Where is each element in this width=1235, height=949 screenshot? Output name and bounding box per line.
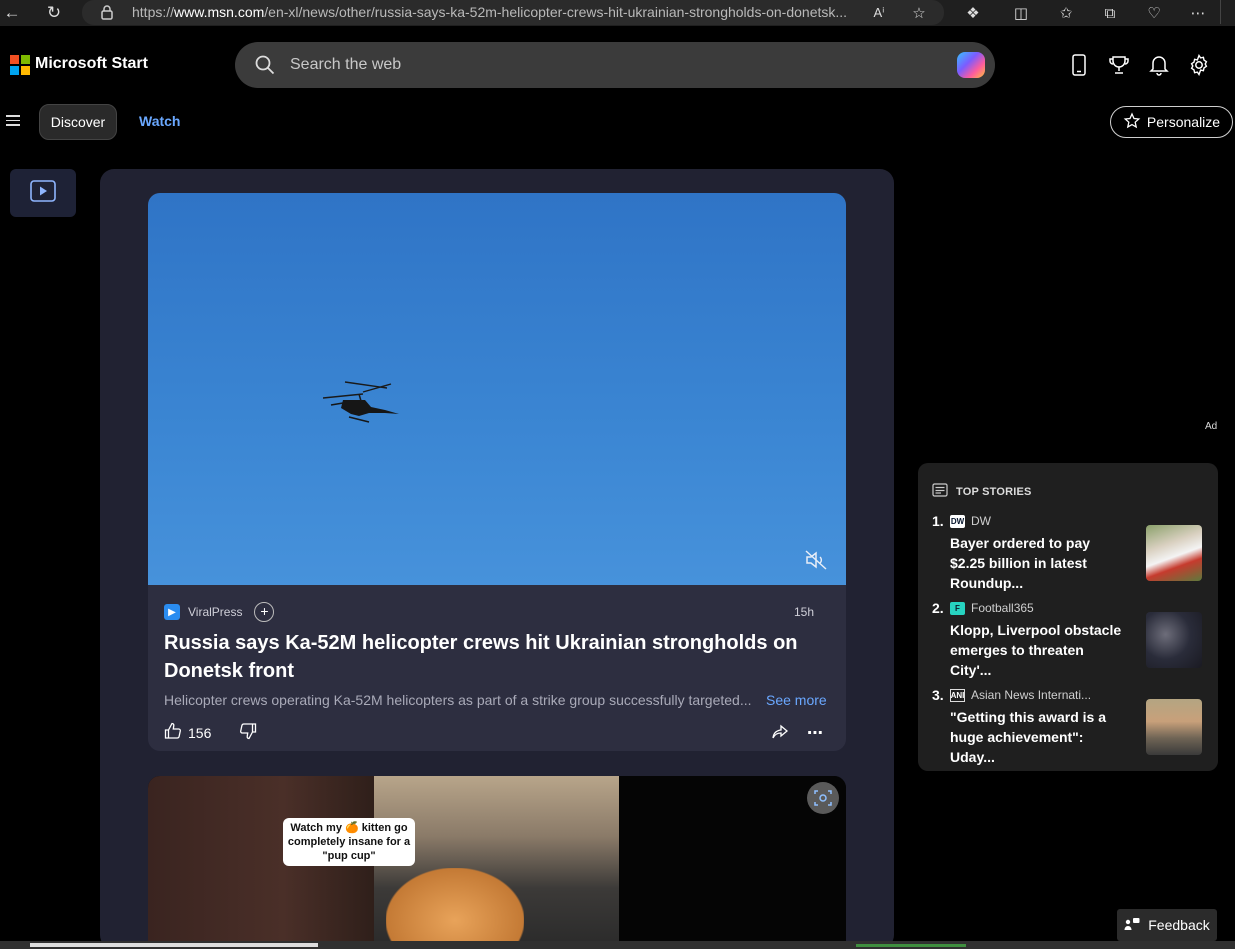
- browser-essentials-icon[interactable]: ♡: [1143, 3, 1165, 23]
- more-menu-icon[interactable]: ⋯: [1187, 3, 1209, 23]
- taskbar-strip: [0, 941, 1235, 949]
- back-icon[interactable]: ←: [0, 2, 24, 24]
- mobile-app-icon[interactable]: [1066, 52, 1092, 78]
- notifications-bell-icon[interactable]: [1146, 52, 1172, 78]
- story-thumbnail[interactable]: [1146, 699, 1202, 755]
- ani-logo-icon: ANI: [950, 688, 965, 702]
- feedback-icon: [1124, 917, 1140, 934]
- source-row: ▶ ViralPress +: [164, 602, 275, 622]
- thumbs-down-icon[interactable]: [239, 722, 257, 743]
- personalize-label: Personalize: [1146, 114, 1221, 130]
- refresh-icon[interactable]: ↻: [42, 2, 66, 24]
- like-group: 156: [164, 722, 257, 743]
- search-bar[interactable]: Search the web: [235, 42, 995, 88]
- video-card[interactable]: ▶ ViralPress + 15h Russia says Ka-52M he…: [148, 193, 846, 751]
- extensions-icon[interactable]: ❖: [962, 3, 984, 23]
- card-actions: ⋯: [771, 723, 824, 746]
- url-text: https://www.msn.com/en-xl/news/other/rus…: [132, 4, 848, 20]
- logo-green-square: [21, 55, 30, 64]
- top-stories-module: TOP STORIES 1. DW DW Bayer ordered to pa…: [918, 463, 1218, 771]
- top-stories-title: TOP STORIES: [956, 485, 1032, 498]
- feedback-button[interactable]: Feedback: [1117, 909, 1217, 941]
- story-thumbnail[interactable]: [1146, 525, 1202, 581]
- mute-speaker-icon[interactable]: [805, 550, 827, 575]
- story-title[interactable]: Bayer ordered to pay $2.25 billion in la…: [950, 533, 1128, 593]
- helicopter-image: [323, 381, 399, 423]
- copilot-icon[interactable]: [957, 52, 985, 78]
- collections-icon[interactable]: ⧉: [1099, 3, 1121, 23]
- logo-yellow-square: [21, 66, 30, 75]
- story-title[interactable]: "Getting this award is a huge achievemen…: [950, 707, 1128, 767]
- search-icon: [255, 55, 275, 80]
- see-more-link[interactable]: See more: [766, 692, 827, 708]
- brand-name[interactable]: Microsoft Start: [35, 55, 148, 73]
- viralpress-logo-icon: ▶: [164, 604, 180, 620]
- story-source-name: DW: [971, 514, 991, 528]
- play-video-icon: [30, 179, 56, 207]
- football365-logo-icon: F: [950, 601, 965, 615]
- kitten-image: [386, 868, 524, 943]
- microsoft-logo[interactable]: [10, 55, 30, 75]
- address-bar[interactable]: https://www.msn.com/en-xl/news/other/rus…: [82, 0, 944, 25]
- newspaper-icon: [932, 483, 948, 500]
- favorites-icon[interactable]: ✩: [1055, 3, 1077, 23]
- search-input[interactable]: Search the web: [290, 56, 401, 74]
- read-aloud-icon[interactable]: Aⁱ: [868, 3, 890, 23]
- dw-logo-icon: DW: [950, 514, 965, 528]
- ad-label: Ad: [1205, 421, 1218, 432]
- logo-blue-square: [10, 66, 19, 75]
- publish-age: 15h: [793, 605, 814, 619]
- story-item[interactable]: 3. ANI Asian News Internati... "Getting …: [930, 687, 1210, 767]
- hamburger-menu-icon[interactable]: [6, 115, 20, 129]
- share-icon[interactable]: [771, 723, 789, 746]
- top-stories-header: TOP STORIES: [932, 483, 1032, 500]
- sidebar-divider: [1220, 0, 1235, 24]
- story-source-name: Football365: [971, 601, 1034, 615]
- story-source: F Football365: [950, 601, 1034, 615]
- more-options-icon[interactable]: ⋯: [807, 723, 824, 746]
- story-thumbnail[interactable]: [1146, 612, 1202, 668]
- story-number: 1.: [932, 513, 944, 529]
- visual-search-icon[interactable]: [807, 782, 839, 814]
- favorite-star-icon[interactable]: ☆: [908, 3, 930, 23]
- video-caption: Watch my 🍊 kitten go completely insane f…: [283, 818, 415, 866]
- story-source-name: Asian News Internati...: [971, 688, 1092, 702]
- logo-red-square: [10, 55, 19, 64]
- tab-discover[interactable]: Discover: [39, 104, 117, 140]
- article-headline[interactable]: Russia says Ka-52M helicopter crews hit …: [164, 629, 824, 685]
- source-name[interactable]: ViralPress: [188, 605, 242, 619]
- tab-watch[interactable]: Watch: [139, 113, 180, 129]
- lock-icon: [100, 4, 114, 20]
- settings-gear-icon[interactable]: [1186, 52, 1212, 78]
- story-title[interactable]: Klopp, Liverpool obstacle emerges to thr…: [950, 620, 1128, 680]
- feedback-label: Feedback: [1148, 917, 1210, 933]
- browser-toolbar: ← ↻ https://www.msn.com/en-xl/news/other…: [0, 0, 1235, 26]
- story-source: ANI Asian News Internati...: [950, 688, 1091, 702]
- like-count: 156: [188, 724, 212, 741]
- video-player[interactable]: [148, 193, 846, 585]
- thumbs-up-icon[interactable]: [164, 722, 182, 743]
- story-number: 3.: [932, 687, 944, 703]
- story-number: 2.: [932, 600, 944, 616]
- split-screen-icon[interactable]: ◫: [1010, 3, 1032, 23]
- story-source: DW DW: [950, 514, 991, 528]
- story-item[interactable]: 1. DW DW Bayer ordered to pay $2.25 bill…: [930, 513, 1210, 593]
- rail-video-button[interactable]: [10, 169, 76, 217]
- article-abstract: Helicopter crews operating Ka-52M helico…: [164, 692, 752, 708]
- follow-plus-icon[interactable]: +: [254, 602, 275, 622]
- rewards-trophy-icon[interactable]: [1106, 52, 1132, 78]
- personalize-button[interactable]: Personalize: [1110, 106, 1233, 138]
- story-item[interactable]: 2. F Football365 Klopp, Liverpool obstac…: [930, 600, 1210, 680]
- sparkle-star-icon: [1123, 111, 1141, 133]
- taskbar-segment: [30, 943, 318, 947]
- taskbar-segment: [856, 944, 966, 947]
